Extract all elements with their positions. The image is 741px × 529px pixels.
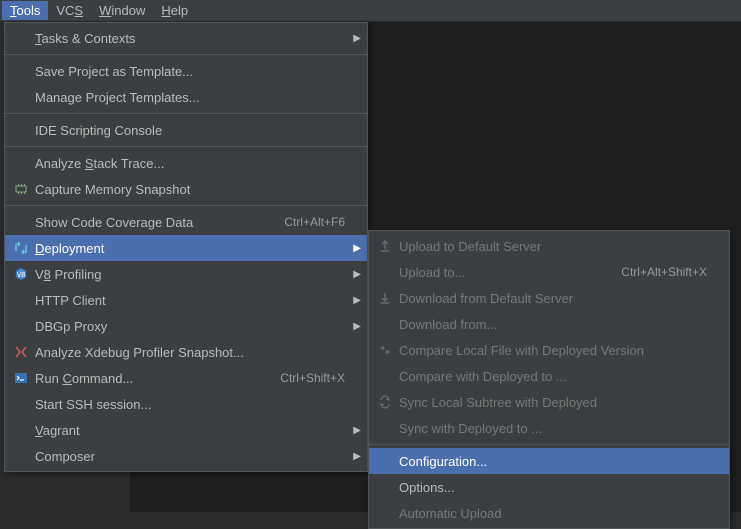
menu-item-sync-local[interactable]: Sync Local Subtree with Deployed bbox=[369, 389, 729, 415]
menu-item-run-command[interactable]: Run Command... Ctrl+Shift+X bbox=[5, 365, 367, 391]
menu-item-save-template[interactable]: Save Project as Template... bbox=[5, 58, 367, 84]
submenu-arrow-icon: ▶ bbox=[353, 33, 361, 44]
menubar-tools[interactable]: Tools bbox=[2, 1, 48, 20]
menu-separator bbox=[5, 113, 367, 114]
menubar-vcs[interactable]: VCS bbox=[48, 1, 91, 20]
xdebug-icon bbox=[11, 344, 31, 360]
blank-icon bbox=[375, 505, 395, 521]
label: Capture Memory Snapshot bbox=[35, 182, 345, 197]
blank-icon bbox=[11, 63, 31, 79]
menu-item-analyze-stack[interactable]: Analyze Stack Trace... bbox=[5, 150, 367, 176]
memory-icon bbox=[11, 181, 31, 197]
label: Composer bbox=[35, 449, 345, 464]
tools-menu: Tasks & Contexts ▶ Save Project as Templ… bbox=[4, 22, 368, 472]
menu-item-tasks-contexts[interactable]: Tasks & Contexts ▶ bbox=[5, 25, 367, 51]
blank-icon bbox=[375, 316, 395, 332]
menu-separator bbox=[369, 444, 729, 445]
label: Start SSH session... bbox=[35, 397, 345, 412]
blank-icon bbox=[11, 448, 31, 464]
blank-icon bbox=[11, 122, 31, 138]
deployment-submenu: Upload to Default Server Upload to... Ct… bbox=[368, 230, 730, 529]
download-icon bbox=[375, 290, 395, 306]
blank-icon bbox=[11, 155, 31, 171]
menu-item-show-coverage[interactable]: Show Code Coverage Data Ctrl+Alt+F6 bbox=[5, 209, 367, 235]
sync-icon bbox=[375, 394, 395, 410]
submenu-arrow-icon: ▶ bbox=[353, 295, 361, 306]
deployment-icon bbox=[11, 240, 31, 256]
menu-item-start-ssh[interactable]: Start SSH session... bbox=[5, 391, 367, 417]
menu-item-compare-local[interactable]: Compare Local File with Deployed Version bbox=[369, 337, 729, 363]
shortcut: Ctrl+Alt+Shift+X bbox=[621, 265, 707, 279]
blank-icon bbox=[375, 453, 395, 469]
menu-item-dbgp-proxy[interactable]: DBGp Proxy ▶ bbox=[5, 313, 367, 339]
label: Show Code Coverage Data bbox=[35, 215, 268, 230]
menu-item-composer[interactable]: Composer ▶ bbox=[5, 443, 367, 469]
menu-item-upload-to[interactable]: Upload to... Ctrl+Alt+Shift+X bbox=[369, 259, 729, 285]
menu-item-manage-templates[interactable]: Manage Project Templates... bbox=[5, 84, 367, 110]
label: Download from... bbox=[399, 317, 707, 332]
menu-item-v8-profiling[interactable]: V8 V8 Profiling ▶ bbox=[5, 261, 367, 287]
label: Sync Local Subtree with Deployed bbox=[399, 395, 707, 410]
menu-item-automatic-upload[interactable]: Automatic Upload bbox=[369, 500, 729, 526]
menu-item-configuration[interactable]: Configuration... bbox=[369, 448, 729, 474]
blank-icon bbox=[11, 292, 31, 308]
label: Automatic Upload bbox=[399, 506, 707, 521]
menu-item-vagrant[interactable]: Vagrant ▶ bbox=[5, 417, 367, 443]
label: DBGp Proxy bbox=[35, 319, 345, 334]
blank-icon bbox=[375, 420, 395, 436]
blank-icon bbox=[11, 422, 31, 438]
menu-bar: Tools VCS Window Help bbox=[0, 0, 741, 22]
blank-icon bbox=[11, 396, 31, 412]
menu-item-upload-default[interactable]: Upload to Default Server bbox=[369, 233, 729, 259]
menu-separator bbox=[5, 54, 367, 55]
compare-icon bbox=[375, 342, 395, 358]
label: Compare with Deployed to ... bbox=[399, 369, 707, 384]
label: Configuration... bbox=[399, 454, 707, 469]
menu-item-sync-with[interactable]: Sync with Deployed to ... bbox=[369, 415, 729, 441]
blank-icon bbox=[11, 214, 31, 230]
menubar-window[interactable]: Window bbox=[91, 1, 153, 20]
blank-icon bbox=[11, 318, 31, 334]
svg-text:V8: V8 bbox=[17, 272, 26, 279]
blank-icon bbox=[375, 264, 395, 280]
menu-item-options[interactable]: Options... bbox=[369, 474, 729, 500]
submenu-arrow-icon: ▶ bbox=[353, 269, 361, 280]
label: IDE Scripting Console bbox=[35, 123, 345, 138]
label: Sync with Deployed to ... bbox=[399, 421, 707, 436]
blank-icon bbox=[11, 30, 31, 46]
submenu-arrow-icon: ▶ bbox=[353, 425, 361, 436]
menu-item-capture-memory[interactable]: Capture Memory Snapshot bbox=[5, 176, 367, 202]
label: Download from Default Server bbox=[399, 291, 707, 306]
menu-item-compare-with[interactable]: Compare with Deployed to ... bbox=[369, 363, 729, 389]
terminal-icon bbox=[11, 370, 31, 386]
blank-icon bbox=[375, 479, 395, 495]
menu-item-download-default[interactable]: Download from Default Server bbox=[369, 285, 729, 311]
menu-separator bbox=[5, 146, 367, 147]
label: Analyze Xdebug Profiler Snapshot... bbox=[35, 345, 345, 360]
label: Upload to... bbox=[399, 265, 605, 280]
blank-icon bbox=[375, 368, 395, 384]
menu-item-ide-scripting[interactable]: IDE Scripting Console bbox=[5, 117, 367, 143]
blank-icon bbox=[11, 89, 31, 105]
submenu-arrow-icon: ▶ bbox=[353, 451, 361, 462]
menu-item-deployment[interactable]: Deployment ▶ bbox=[5, 235, 367, 261]
label: Save Project as Template... bbox=[35, 64, 345, 79]
label: Compare Local File with Deployed Version bbox=[399, 343, 707, 358]
shortcut: Ctrl+Alt+F6 bbox=[284, 215, 345, 229]
submenu-arrow-icon: ▶ bbox=[353, 243, 361, 254]
label: Upload to Default Server bbox=[399, 239, 707, 254]
label: Manage Project Templates... bbox=[35, 90, 345, 105]
v8-icon: V8 bbox=[11, 266, 31, 282]
menu-separator bbox=[5, 205, 367, 206]
label: Options... bbox=[399, 480, 707, 495]
upload-icon bbox=[375, 238, 395, 254]
menubar-help[interactable]: Help bbox=[153, 1, 196, 20]
submenu-arrow-icon: ▶ bbox=[353, 321, 361, 332]
menu-item-analyze-xdebug[interactable]: Analyze Xdebug Profiler Snapshot... bbox=[5, 339, 367, 365]
menu-item-http-client[interactable]: HTTP Client ▶ bbox=[5, 287, 367, 313]
label: HTTP Client bbox=[35, 293, 345, 308]
menu-item-download-from[interactable]: Download from... bbox=[369, 311, 729, 337]
shortcut: Ctrl+Shift+X bbox=[280, 371, 345, 385]
